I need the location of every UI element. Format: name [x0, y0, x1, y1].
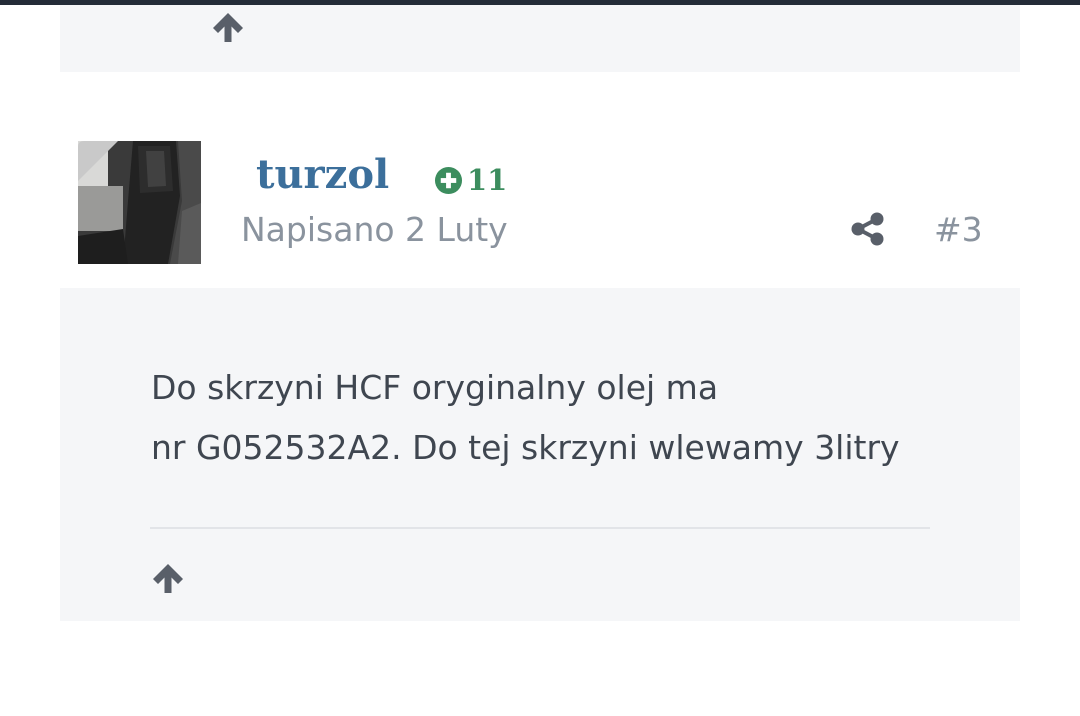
- arrow-up-icon[interactable]: [150, 560, 186, 596]
- reputation-badge[interactable]: 11: [434, 160, 507, 200]
- post-body: Do skrzyni HCF oryginalny olej ma nr G05…: [60, 288, 1020, 621]
- plus-circle-icon: [434, 166, 463, 194]
- post-header: turzol 11 Napisano 2 Luty #3: [60, 72, 1020, 288]
- avatar-corner-badge: [78, 141, 118, 181]
- post-content: Do skrzyni HCF oryginalny olej ma nr G05…: [151, 358, 951, 478]
- arrow-up-icon[interactable]: [210, 9, 246, 45]
- post-content-line: nr G052532A2. Do tej skrzyni wlewamy 3li…: [151, 428, 900, 467]
- post-number-link[interactable]: #3: [934, 208, 983, 252]
- post-date[interactable]: Napisano 2 Luty: [241, 208, 508, 252]
- post-content-line: Do skrzyni HCF oryginalny olej ma: [151, 368, 719, 407]
- share-icon[interactable]: [850, 211, 886, 247]
- post-divider: [150, 527, 930, 529]
- previous-post-footer: [60, 5, 1020, 72]
- reputation-count: 11: [467, 163, 508, 197]
- author-name[interactable]: turzol: [256, 150, 389, 200]
